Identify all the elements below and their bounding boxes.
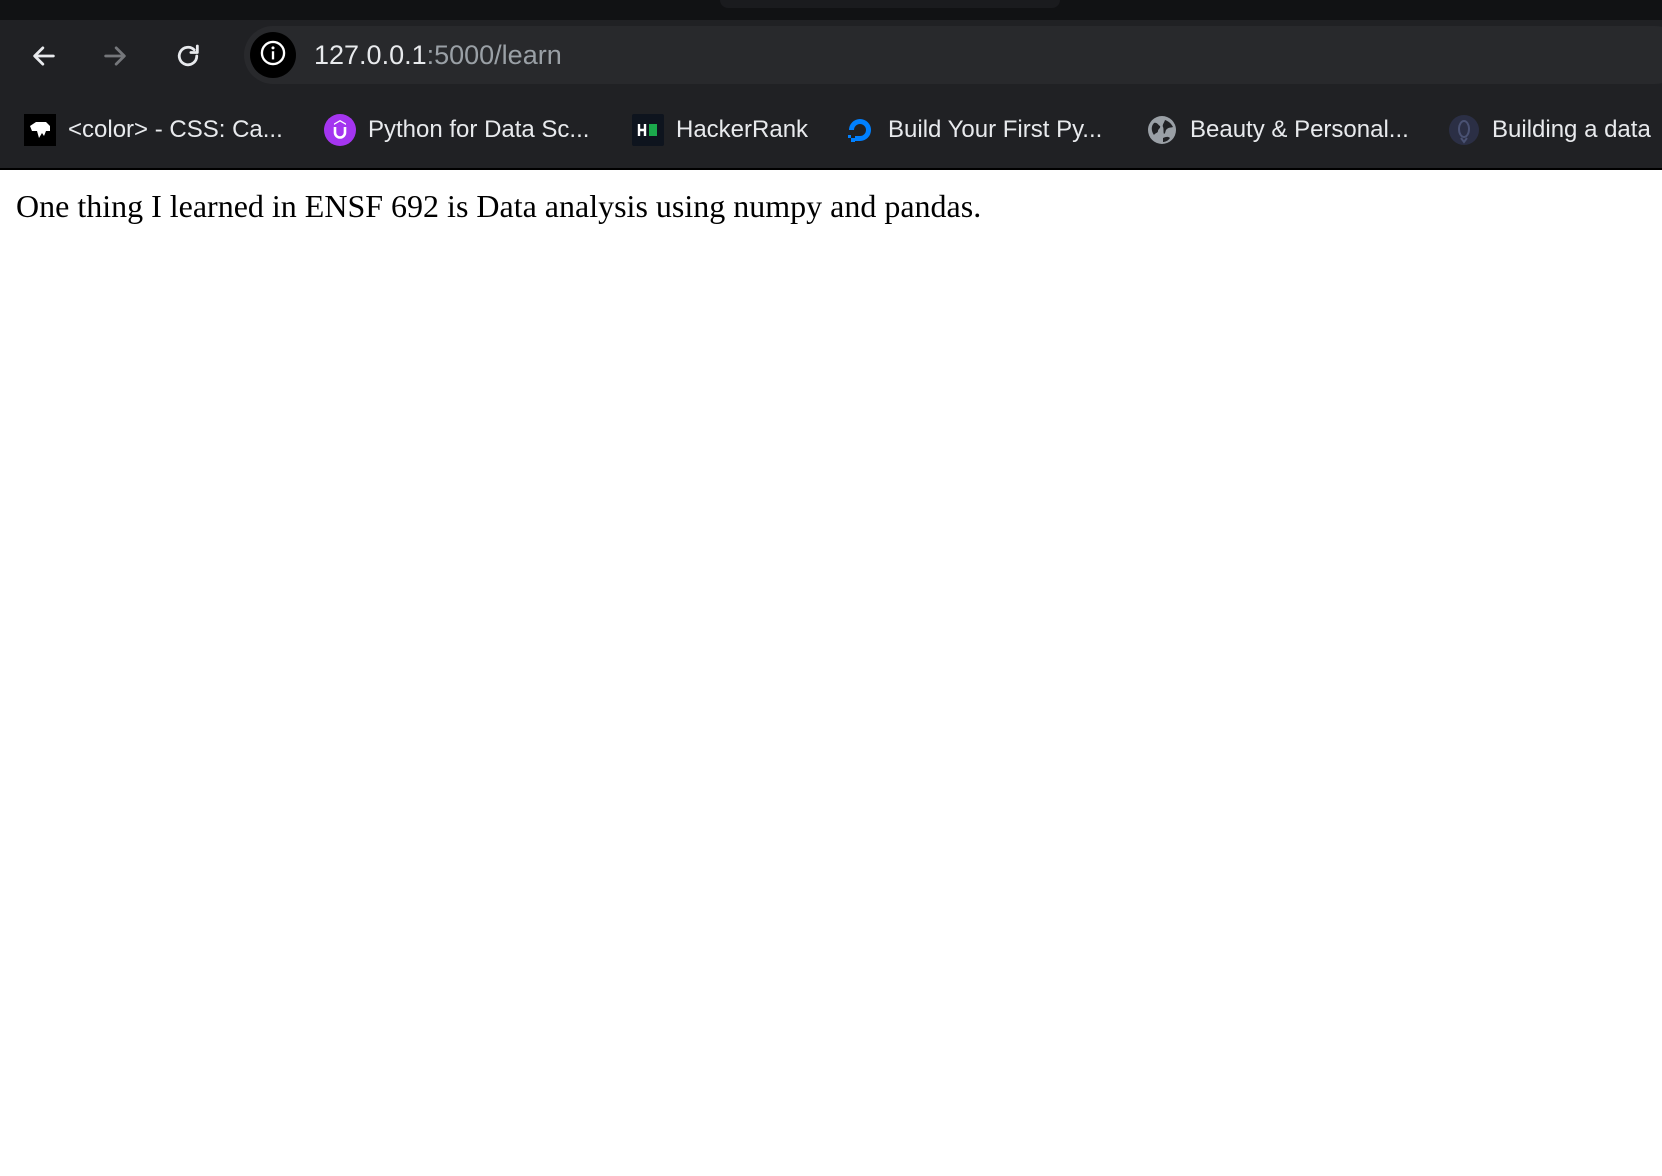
bookmark-beauty-personal[interactable]: Beauty & Personal... — [1146, 90, 1409, 168]
arrow-left-icon — [30, 42, 58, 70]
url-text[interactable]: 127.0.0.1:5000/learn — [314, 26, 562, 84]
forward-button[interactable] — [97, 38, 133, 74]
hackerrank-icon — [632, 114, 664, 146]
bookmark-python-data-science[interactable]: Python for Data Sc... — [324, 90, 590, 168]
page-content: One thing I learned in ENSF 692 is Data … — [0, 170, 1662, 1176]
arrow-right-icon — [101, 42, 129, 70]
udemy-icon — [324, 114, 356, 146]
bookmark-label: Build Your First Py... — [888, 116, 1103, 143]
address-bar[interactable]: 127.0.0.1:5000/learn — [244, 26, 1662, 84]
bookmarks-bar: <color> - CSS: Ca... Python for Data Sc.… — [0, 90, 1662, 170]
url-path: :5000/learn — [426, 40, 562, 70]
digitalocean-icon — [844, 114, 876, 146]
mdn-icon — [24, 114, 56, 146]
bookmark-label: <color> - CSS: Ca... — [68, 116, 283, 143]
url-host: 127.0.0.1 — [314, 40, 427, 70]
browser-toolbar: 127.0.0.1:5000/learn — [0, 20, 1662, 90]
bookmark-building-data[interactable]: Building a data — [1448, 90, 1651, 168]
bookmark-label: HackerRank — [676, 116, 809, 143]
bookmark-hackerrank[interactable]: HackerRank — [632, 90, 809, 168]
site-info-button[interactable] — [250, 32, 296, 78]
learned-statement: One thing I learned in ENSF 692 is Data … — [16, 188, 982, 224]
bookmark-label: Beauty & Personal... — [1190, 116, 1409, 143]
bookmark-build-first-python[interactable]: Build Your First Py... — [844, 90, 1103, 168]
browser-window: 127.0.0.1:5000/learn <color> - CSS: Ca..… — [0, 0, 1662, 1176]
bookmark-css-color[interactable]: <color> - CSS: Ca... — [24, 90, 283, 168]
globe-icon — [1146, 114, 1178, 146]
info-icon — [259, 39, 287, 72]
site-icon — [1448, 114, 1480, 146]
reload-button[interactable] — [170, 38, 206, 74]
back-button[interactable] — [26, 38, 62, 74]
active-tab-edge[interactable] — [720, 0, 1060, 8]
bookmark-label: Building a data — [1492, 116, 1651, 143]
reload-icon — [174, 42, 202, 70]
bookmark-label: Python for Data Sc... — [368, 116, 590, 143]
tab-strip — [0, 0, 1662, 20]
